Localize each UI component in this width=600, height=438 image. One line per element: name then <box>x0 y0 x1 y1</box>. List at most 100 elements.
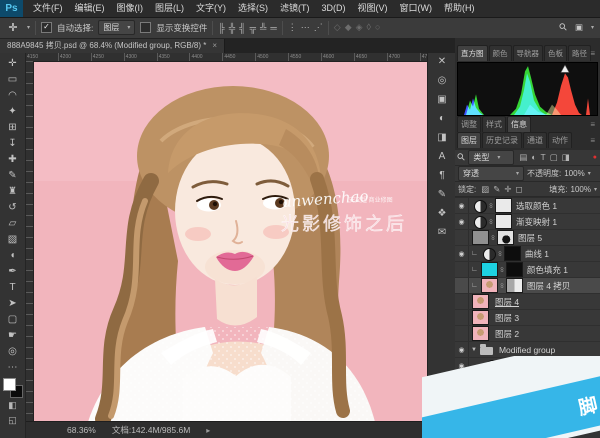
panel-tab[interactable]: 调整 <box>457 116 481 132</box>
layer-name[interactable]: 图层 4 拷贝 <box>527 280 570 292</box>
show-transform-checkbox[interactable] <box>140 22 152 33</box>
menu-item[interactable]: 窗口(W) <box>394 0 439 17</box>
group-expand-icon[interactable]: ▼ <box>471 347 477 353</box>
layer-visibility-toggle[interactable] <box>455 406 469 421</box>
menu-item[interactable]: 文字(Y) <box>190 0 232 17</box>
layer-row[interactable]: ∟ ∞ 图层 4 拷贝 <box>455 278 600 294</box>
align-icon[interactable]: ╩ <box>260 23 266 33</box>
zoom-level-field[interactable]: 68.36% <box>67 425 96 435</box>
layer-visibility-toggle[interactable] <box>455 358 469 373</box>
layer-thumbnail[interactable] <box>472 326 489 341</box>
menu-item[interactable]: 文件(F) <box>27 0 69 17</box>
layer-visibility-toggle[interactable] <box>455 230 469 245</box>
layer-thumbnail[interactable] <box>472 199 487 213</box>
layer-name[interactable]: 图层 5 <box>518 232 542 244</box>
layer-row[interactable]: ∞ Brighten <box>455 374 600 390</box>
menu-item[interactable]: 选择(S) <box>232 0 274 17</box>
tool-pen[interactable]: ✒ <box>2 263 23 279</box>
tool-more[interactable]: ⋯ <box>2 359 23 375</box>
layer-row[interactable]: ∞ 图层 5 <box>455 230 600 246</box>
tool-crop[interactable]: ⊞ <box>2 119 23 135</box>
chevron-down-icon[interactable]: ▾ <box>591 24 594 31</box>
layer-thumbnail[interactable] <box>472 405 491 422</box>
layer-row[interactable]: ∟ ∞ 颜色填充 1 <box>455 262 600 278</box>
panel-tab[interactable]: 通道 <box>523 132 547 148</box>
chevron-down-icon[interactable]: ▾ <box>588 170 591 177</box>
filter-toggle-icon[interactable]: ● <box>593 154 597 161</box>
workspace-switcher-icon[interactable]: ▣ <box>575 22 583 33</box>
layer-visibility-toggle[interactable] <box>455 326 469 341</box>
panel-tab[interactable]: 图层 <box>457 132 481 148</box>
layer-row[interactable]: ▼ Modified group <box>455 342 600 358</box>
tool-move[interactable]: ✛ <box>2 55 23 71</box>
tool-lasso[interactable]: ◠ <box>2 87 23 103</box>
quick-mask-button[interactable]: ◧ <box>2 398 23 413</box>
tool-gradient[interactable]: ▧ <box>2 231 23 247</box>
layer-filter-icon[interactable]: ◐ <box>531 152 536 163</box>
distribute-icon[interactable]: ⋯ <box>301 22 310 33</box>
layer-visibility-toggle[interactable] <box>455 294 469 309</box>
layer-row[interactable]: ∞ Dark <box>455 358 600 374</box>
blend-mode-dropdown[interactable]: 穿透 ▾ <box>458 166 524 181</box>
layer-visibility-toggle[interactable] <box>455 214 469 229</box>
distribute-icon[interactable]: ⋰ <box>314 22 323 33</box>
distribute-icon[interactable]: ⋮ <box>288 22 297 33</box>
tool-shape[interactable]: ▢ <box>2 311 23 327</box>
align-icon[interactable]: ╠ <box>218 23 224 33</box>
tool-brush[interactable]: ✎ <box>2 167 23 183</box>
tool-dodge[interactable]: ◖ <box>2 247 23 263</box>
panel-tab[interactable]: 直方图 <box>457 45 488 61</box>
chevron-down-icon[interactable]: ▾ <box>27 24 30 31</box>
layer-visibility-toggle[interactable] <box>455 342 469 357</box>
layer-thumbnail[interactable] <box>484 390 501 405</box>
menu-item[interactable]: 编辑(E) <box>69 0 111 17</box>
panel-menu-icon[interactable]: ≡ <box>590 136 595 145</box>
status-options-arrow-icon[interactable]: ▸ <box>206 426 210 435</box>
color-swatches[interactable] <box>2 378 23 398</box>
panel-tab[interactable]: 色板 <box>544 45 567 61</box>
panel-tab[interactable]: 导航器 <box>512 45 543 61</box>
tool-hand[interactable]: ☛ <box>2 327 23 343</box>
tool-history-brush[interactable]: ↺ <box>2 199 23 215</box>
layer-name[interactable]: 渐变映射 1 <box>516 216 557 228</box>
layer-thumbnail[interactable] <box>481 247 496 261</box>
align-icon[interactable]: ╬ <box>229 23 235 33</box>
layer-thumbnail[interactable] <box>484 359 499 373</box>
layer-visibility-toggle[interactable] <box>455 262 469 277</box>
menu-item[interactable]: 图像(I) <box>111 0 150 17</box>
panel-tab[interactable]: 样式 <box>482 116 506 132</box>
brush-settings-icon[interactable]: ✎ <box>438 190 446 200</box>
layer-mask-thumbnail[interactable] <box>507 358 524 373</box>
auto-select-target-dropdown[interactable]: 图层 ▾ <box>98 20 136 35</box>
layer-thumbnail[interactable] <box>479 344 493 355</box>
layer-row[interactable]: ∞ 渐变映射 1 <box>455 214 600 230</box>
layer-thumbnail[interactable] <box>484 375 499 389</box>
lock-icon[interactable]: ◻ <box>516 184 523 195</box>
paragraph-icon[interactable]: ¶ <box>439 171 444 181</box>
layer-name[interactable]: 图层 1 <box>507 392 531 404</box>
layer-mask-thumbnail[interactable] <box>497 230 514 245</box>
layer-name[interactable]: Brighten <box>528 377 560 387</box>
tool-path-select[interactable]: ➤ <box>2 295 23 311</box>
tool-quick-select[interactable]: ✦ <box>2 103 23 119</box>
layer-row[interactable]: ∞ 选取颜色 1 <box>455 198 600 214</box>
current-tool-icon[interactable]: ✛ <box>4 21 22 34</box>
panel-tab[interactable]: 历史记录 <box>482 132 522 148</box>
layer-name[interactable]: 颜色填充 1 <box>527 264 568 276</box>
tool-eyedropper[interactable]: ↧ <box>2 135 23 151</box>
notes-icon[interactable]: ✉ <box>438 228 446 238</box>
masks-icon[interactable]: ◨ <box>437 133 446 143</box>
tool-presets-icon[interactable]: ❖ <box>438 209 447 219</box>
layer-name[interactable]: Dark <box>528 361 546 371</box>
layer-mask-thumbnail[interactable] <box>495 198 512 213</box>
layer-name[interactable]: 选取颜色 1 <box>516 200 557 212</box>
foreground-color-swatch[interactable] <box>2 378 16 391</box>
layer-mask-thumbnail[interactable] <box>507 374 524 389</box>
character-icon[interactable]: A <box>439 152 446 162</box>
layer-thumbnail[interactable] <box>472 215 487 229</box>
layer-name[interactable]: Modified group <box>499 345 555 355</box>
tool-zoom[interactable]: ◎ <box>2 343 23 359</box>
menu-item[interactable]: 帮助(H) <box>438 0 481 17</box>
layer-row[interactable]: 图层 2 <box>455 326 600 342</box>
layer-name[interactable]: 图层 2 <box>495 328 519 340</box>
